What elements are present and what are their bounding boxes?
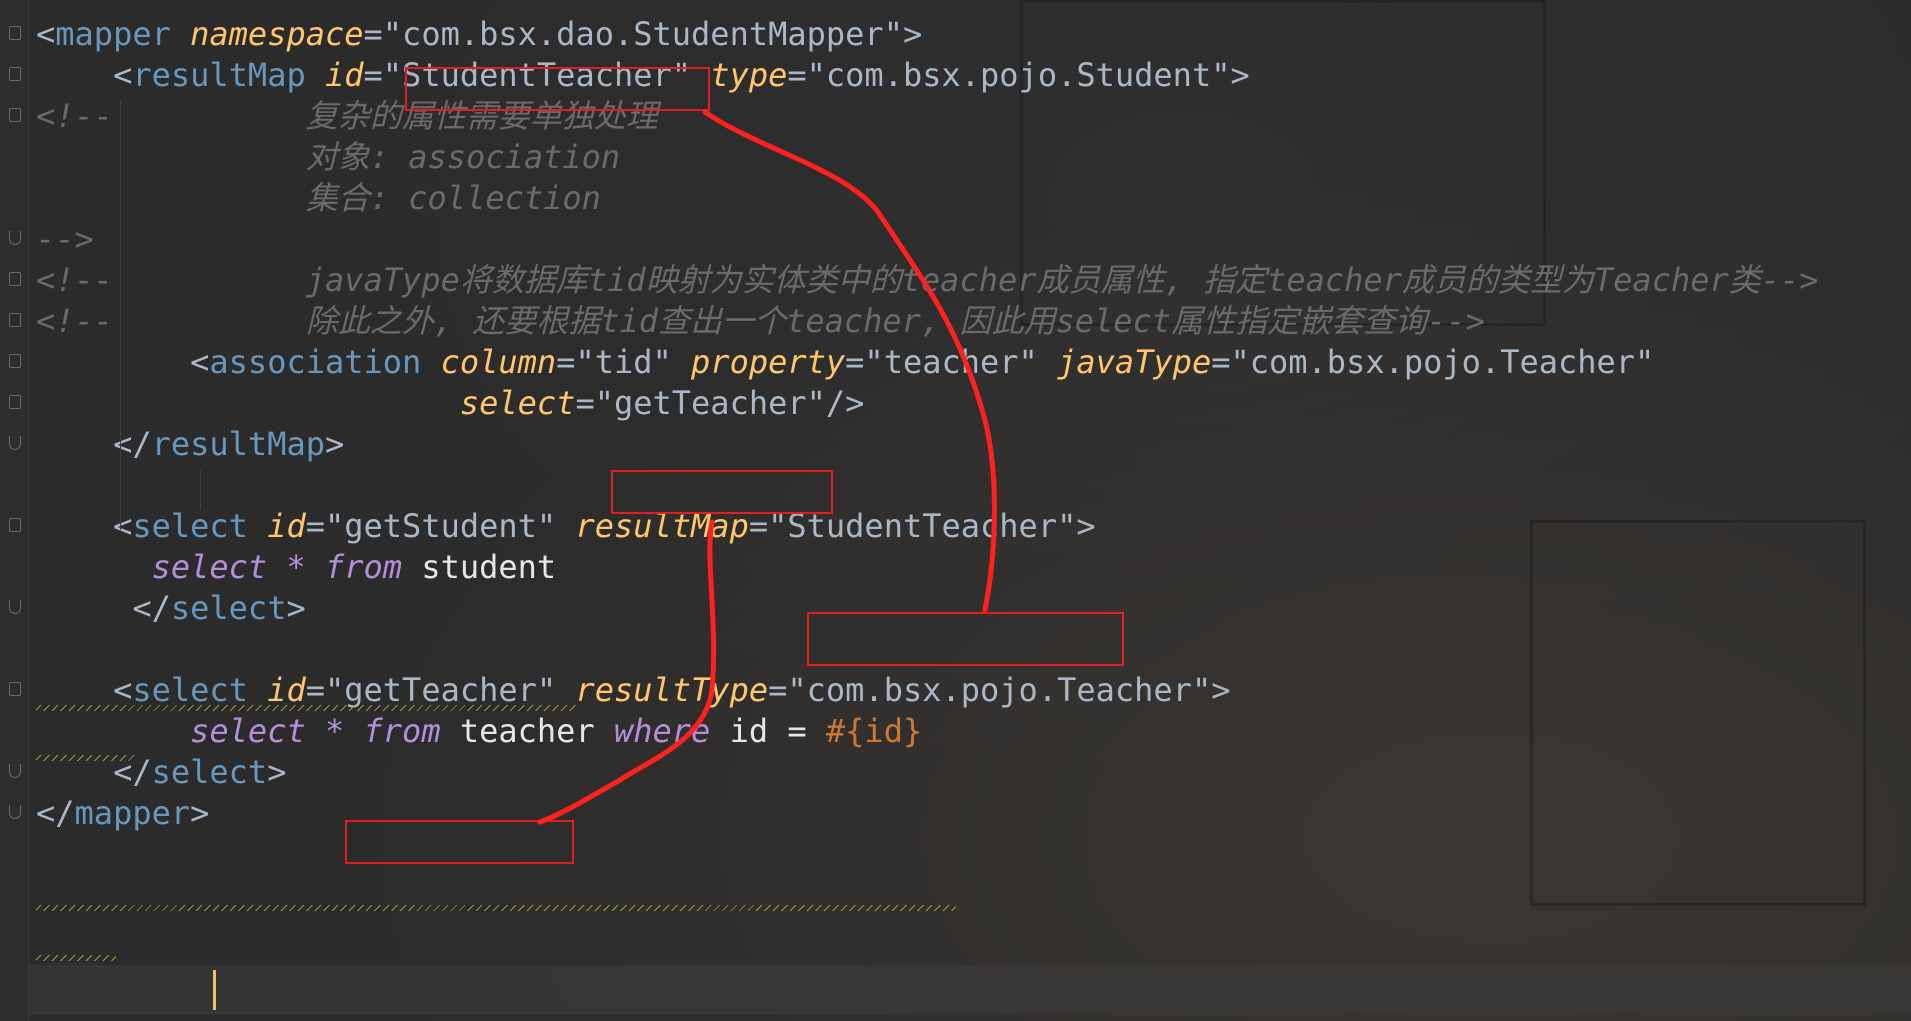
annotation-arrows bbox=[537, 109, 997, 825]
arrow-resultmap-link bbox=[702, 109, 997, 613]
arrow-select-link bbox=[537, 519, 717, 825]
code-editor[interactable]: <mapper namespace="com.bsx.dao.StudentMa… bbox=[0, 0, 1911, 1021]
